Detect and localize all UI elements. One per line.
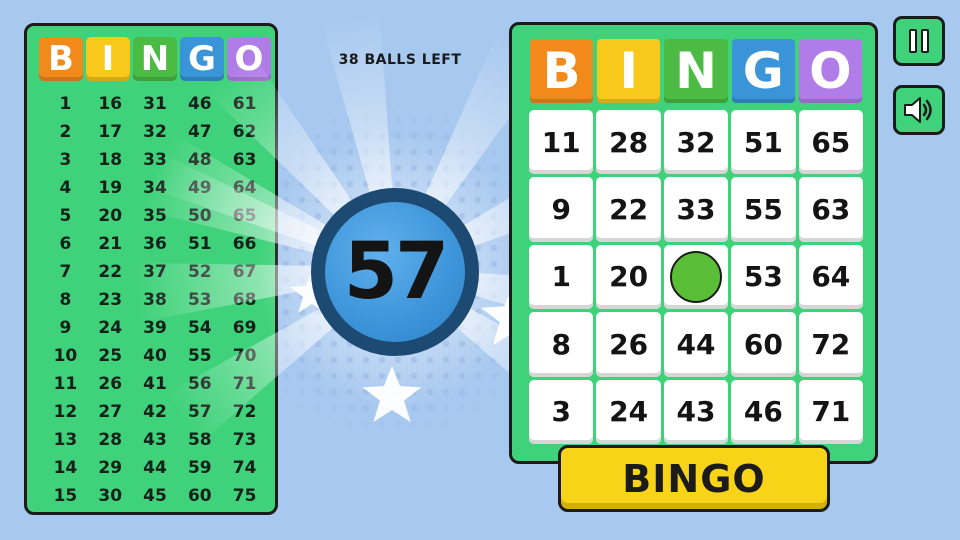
board-number: 24: [98, 318, 123, 338]
board-header-letter-n: N: [133, 37, 177, 81]
board-header-letter-b: B: [39, 37, 83, 81]
card-cell[interactable]: 64: [798, 244, 863, 310]
board-header-letter-i: I: [86, 37, 130, 81]
board-number: 73: [232, 430, 257, 450]
card-header: BINGO: [530, 39, 863, 103]
card-cell[interactable]: 24: [596, 379, 661, 444]
board-number: 14: [53, 458, 78, 478]
card-header-letter-o: O: [798, 39, 863, 103]
board-number: 44: [143, 458, 167, 478]
pause-icon: [909, 29, 929, 53]
board-number: 12: [53, 402, 78, 422]
card-header-letter-g: G: [731, 39, 795, 103]
board-number: 19: [98, 178, 123, 198]
board-number: 45: [143, 486, 167, 506]
board-number: 22: [98, 262, 123, 282]
player-bingo-card: BINGO 11 28 32 51 65 9 22 33 55 63 1 20 53 64 8 26 44 60 7…: [509, 22, 878, 464]
card-cell[interactable]: 26: [596, 312, 661, 377]
card-cell[interactable]: 43: [663, 379, 729, 444]
card-cell[interactable]: 1: [529, 244, 594, 310]
card-cell[interactable]: 55: [731, 177, 796, 242]
card-cell[interactable]: 44: [663, 312, 729, 377]
card-cell[interactable]: 20: [596, 244, 661, 310]
card-cell[interactable]: 22: [596, 177, 661, 242]
board-number: 5: [59, 206, 72, 226]
card-cell[interactable]: 71: [798, 379, 863, 444]
game-screen: BINGO 1163146612173247623183348634193449…: [0, 0, 960, 540]
card-cell[interactable]: 46: [731, 379, 796, 444]
board-number: 7: [59, 262, 72, 282]
card-cell[interactable]: 8: [529, 312, 594, 377]
board-number: 4: [59, 178, 72, 198]
speaker-icon: [904, 97, 932, 123]
card-cell-marked[interactable]: [663, 244, 729, 310]
board-number: 23: [98, 290, 123, 310]
card-cell[interactable]: 9: [529, 177, 594, 242]
board-number: 75: [232, 486, 257, 506]
card-cell[interactable]: 32: [663, 110, 729, 175]
board-number: 27: [98, 402, 123, 422]
sound-button[interactable]: [893, 85, 945, 135]
board-number: 55: [187, 346, 212, 366]
card-cell[interactable]: 28: [596, 110, 661, 175]
board-number: 25: [98, 346, 123, 366]
board-number: 43: [143, 430, 167, 450]
card-cell[interactable]: 53: [731, 244, 796, 310]
board-header-letter-g: G: [180, 37, 224, 81]
card-cell[interactable]: 65: [798, 110, 863, 175]
board-number: 20: [98, 206, 123, 226]
board-number: 30: [98, 486, 123, 506]
card-cell[interactable]: 63: [798, 177, 863, 242]
board-number: 15: [53, 486, 78, 506]
card-cell[interactable]: 51: [731, 110, 796, 175]
card-cell[interactable]: 33: [663, 177, 729, 242]
board-number: 26: [98, 374, 123, 394]
board-number: 60: [187, 486, 212, 506]
dauber-mark: [669, 250, 722, 303]
current-ball-number: 57: [343, 227, 450, 317]
current-ball-face: 57: [325, 202, 465, 342]
board-number: 13: [53, 430, 78, 450]
board-number: 9: [59, 318, 72, 338]
board-number: 69: [232, 318, 257, 338]
board-number: 8: [59, 290, 72, 310]
board-number: 31: [143, 94, 167, 114]
board-number: 54: [187, 318, 212, 338]
board-number: 17: [98, 122, 123, 142]
star-icon: [362, 366, 422, 422]
board-number: 6: [59, 234, 72, 254]
card-cell[interactable]: 72: [798, 312, 863, 377]
card-header-letter-n: N: [664, 39, 728, 103]
board-number: 74: [232, 458, 257, 478]
board-number: 11: [53, 374, 78, 394]
board-number: 10: [53, 346, 78, 366]
board-number: 36: [143, 234, 167, 254]
board-number: 2: [59, 122, 72, 142]
board-number: 3: [59, 150, 72, 170]
board-number: 40: [143, 346, 167, 366]
board-number: 59: [187, 458, 212, 478]
card-grid: 11 28 32 51 65 9 22 33 55 63 1 20 53 64 8 26 44 60 72 3 24 43…: [529, 110, 863, 444]
bingo-button[interactable]: BINGO: [558, 445, 830, 512]
board-number: 1: [59, 94, 72, 114]
board-number: 29: [98, 458, 123, 478]
pause-button[interactable]: [893, 16, 945, 66]
card-header-letter-i: I: [597, 39, 661, 103]
board-number: 51: [187, 234, 212, 254]
board-number: 21: [98, 234, 123, 254]
card-cell[interactable]: 60: [731, 312, 796, 377]
balls-left-counter: 38 BALLS LEFT: [338, 52, 462, 68]
current-ball: 57: [311, 188, 479, 356]
board-number: 28: [98, 430, 123, 450]
board-number: 16: [98, 94, 123, 114]
card-cell[interactable]: 11: [529, 110, 594, 175]
card-cell[interactable]: 3: [529, 379, 594, 444]
card-header-letter-b: B: [530, 39, 594, 103]
board-number: 18: [98, 150, 123, 170]
